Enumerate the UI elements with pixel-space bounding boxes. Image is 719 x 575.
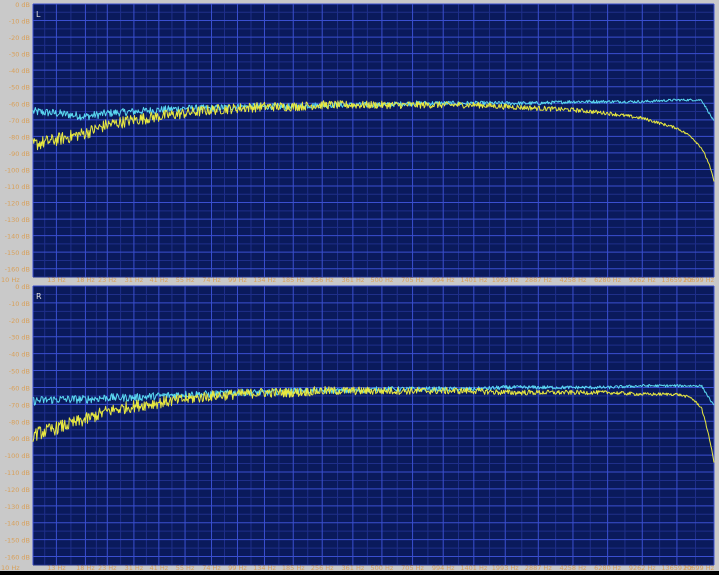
x-tick-label: 185 Hz [282,564,305,571]
y-tick-label: -60 dB [9,384,30,392]
x-tick-label: 134 Hz [253,276,276,284]
y-tick-label: -130 dB [5,503,30,511]
x-tick-label: 23 Hz [98,276,117,284]
y-tick-label: -110 dB [5,183,30,191]
x-tick-label: 41 Hz [150,564,169,571]
y-tick-label: -10 dB [9,18,30,26]
y-tick-label: -40 dB [9,351,30,359]
y-tick-label: -100 dB [5,452,30,460]
x-tick-label: 18 Hz [76,276,95,284]
y-tick-label: -20 dB [9,34,30,42]
x-tick-label: 74 Hz [202,564,221,571]
y-tick-label: -40 dB [9,67,30,75]
x-tick-label: 31 Hz [125,564,144,571]
x-tick-label: 20699 Hz [683,276,715,284]
y-tick-label: -80 dB [9,133,30,141]
y-tick-label: -90 dB [9,435,30,443]
x-tick-label: 55 Hz [176,564,195,571]
y-tick-label: -120 dB [5,486,30,494]
channel-right-panel: 0 dB -10 dB -20 dB -30 dB -40 dB -50 dB -60 dB… [1,283,715,572]
x-tick-label: 4258 Hz [560,564,587,571]
y-tick-label: -130 dB [5,216,30,224]
x-tick-label: 20699 Hz [683,564,715,571]
x-tick-label: 4258 Hz [560,276,587,284]
x-tick-label: 13 Hz [47,276,66,284]
x-tick-label: 994 Hz [432,276,455,284]
x-tick-label: 1401 Hz [460,564,487,571]
x-tick-label: 134 Hz [253,564,276,571]
y-tick-label: -160 dB [5,266,30,274]
y-tick-label: -50 dB [9,84,30,92]
x-tick-label: 256 Hz [311,276,334,284]
y-tick-label: -160 dB [5,554,30,562]
spectrum-analyzer-window: 0 dB -10 dB -20 dB -30 dB -40 dB -50 dB -60 dB… [0,0,719,572]
x-tick-label: 185 Hz [282,276,305,284]
x-tick-label: 1993 Hz [492,564,519,571]
y-tick-label: -90 dB [9,150,30,158]
y-tick-label: 0 dB [15,1,30,9]
y-tick-label: 0 dB [15,283,30,291]
y-tick-label: -10 dB [9,300,30,308]
x-tick-label: 500 Hz [371,276,394,284]
y-tick-label: -70 dB [9,401,30,409]
x-tick-label: 41 Hz [150,276,169,284]
y-tick-label: -50 dB [9,368,30,376]
x-tick-label: 256 Hz [311,564,334,571]
x-tick-label: 1401 Hz [460,276,487,284]
x-tick-label: 55 Hz [176,276,195,284]
x-tick-label: 705 Hz [401,564,424,571]
y-tick-label: -150 dB [5,537,30,545]
x-tick-label: 99 Hz [228,276,247,284]
y-tick-label: -70 dB [9,117,30,125]
y-tick-label: -30 dB [9,334,30,342]
y-tick-label: -30 dB [9,51,30,59]
channel-left-panel: 0 dB -10 dB -20 dB -30 dB -40 dB -50 dB -60 dB… [1,1,715,284]
x-tick-label: 2887 Hz [525,276,552,284]
x-tick-label: 1993 Hz [492,276,519,284]
x-tick-label: 23 Hz [98,564,117,571]
x-tick-label: 500 Hz [371,564,394,571]
x-tick-label: 361 Hz [341,276,364,284]
x-tick-label: 705 Hz [401,276,424,284]
y-tick-label: -20 dB [9,317,30,325]
y-tick-label: -140 dB [5,520,30,528]
x-tick-label: 6280 Hz [594,276,621,284]
x-tick-label: 18 Hz [76,564,95,571]
x-tick-label: 74 Hz [202,276,221,284]
x-tick-label: 6280 Hz [594,564,621,571]
x-tick-label: 9262 Hz [629,276,656,284]
y-tick-label: -140 dB [5,233,30,241]
channel-label: L [36,10,41,19]
y-tick-label: -150 dB [5,249,30,257]
x-tick-label: 31 Hz [125,276,144,284]
y-tick-label: -110 dB [5,469,30,477]
y-tick-label: -60 dB [9,100,30,108]
x-tick-label: 361 Hz [341,564,364,571]
x-tick-label: 9262 Hz [629,564,656,571]
spectrum-chart: 0 dB -10 dB -20 dB -30 dB -40 dB -50 dB -60 dB… [1,1,715,572]
x-tick-label: 2887 Hz [525,564,552,571]
x-tick-label: 99 Hz [228,564,247,571]
y-tick-label: -100 dB [5,166,30,174]
y-tick-label: -80 dB [9,418,30,426]
x-tick-label: 994 Hz [432,564,455,571]
channel-label: R [36,292,42,301]
y-tick-label: -120 dB [5,200,30,208]
x-tick-label: 10 Hz [1,564,20,571]
x-tick-label: 13 Hz [47,564,66,571]
